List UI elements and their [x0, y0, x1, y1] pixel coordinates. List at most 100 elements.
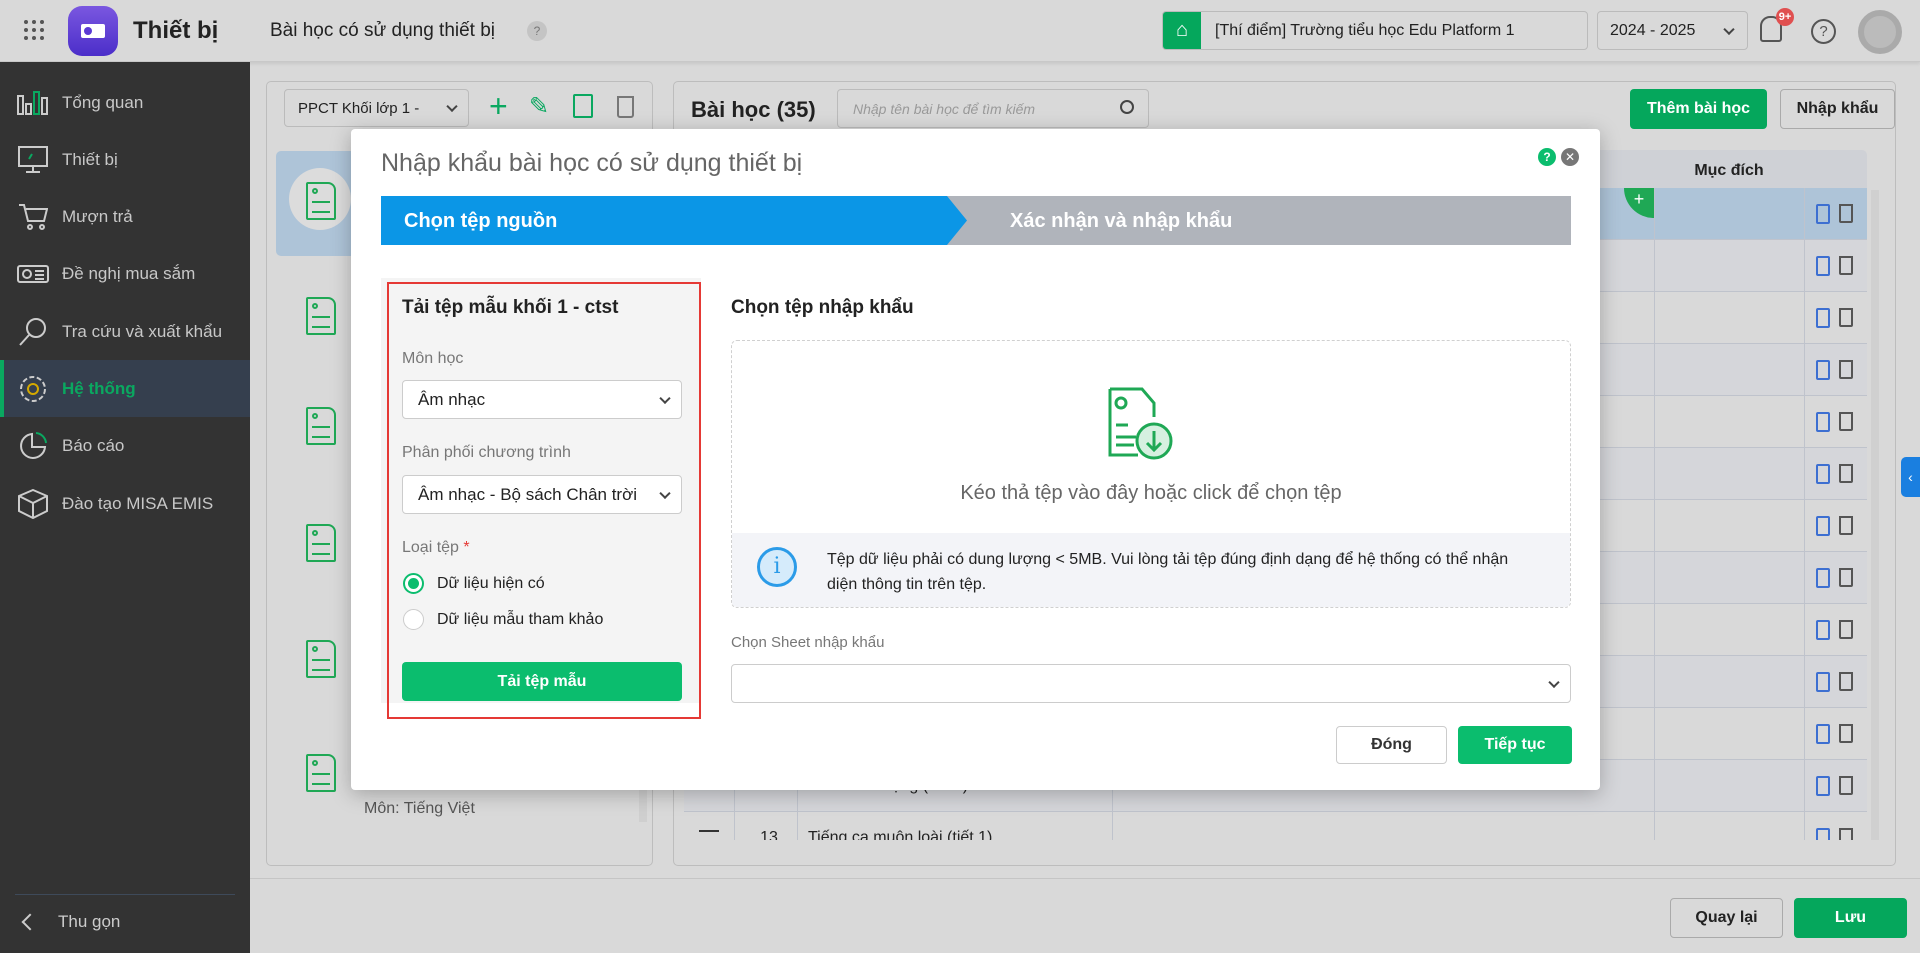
copy-icon[interactable] — [1816, 464, 1830, 484]
trash-icon[interactable] — [1839, 464, 1853, 483]
sidebar-item-label: Tra cứu và xuất khẩu — [62, 321, 223, 341]
trash-icon[interactable] — [1839, 412, 1853, 431]
import-file-icon[interactable] — [573, 94, 593, 118]
edit-pencil-icon[interactable]: ✎ — [529, 92, 549, 121]
notification-badge: 9+ — [1776, 8, 1794, 26]
download-template-button[interactable]: Tải tệp mẫu — [402, 662, 682, 701]
lesson-document-icon — [306, 640, 336, 678]
sidebar-item-tra-cuu[interactable]: Tra cứu và xuất khẩu — [0, 303, 250, 360]
table-scrollbar[interactable] — [1871, 190, 1879, 840]
sidebar-item-he-thong[interactable]: Hệ thống — [0, 360, 250, 417]
trash-icon[interactable] — [1839, 516, 1853, 535]
copy-icon[interactable] — [1816, 724, 1830, 744]
trash-icon[interactable] — [617, 96, 634, 118]
subject-caption: Môn: Tiếng Việt — [364, 800, 475, 817]
table-row[interactable]: 13 Tiếng ca muôn loài (tiết 1) — [684, 812, 1867, 840]
copy-icon[interactable] — [1816, 776, 1830, 796]
avatar[interactable] — [1858, 10, 1902, 54]
lesson-name: Tiếng ca muôn loài (tiết 1) — [808, 829, 993, 840]
add-corner-icon[interactable]: + — [1624, 188, 1654, 218]
trash-icon[interactable] — [1839, 724, 1853, 743]
sidebar-item-label: Mượn trả — [62, 206, 133, 226]
trash-icon[interactable] — [1839, 308, 1853, 327]
school-year-select[interactable]: 2024 - 2025 — [1597, 11, 1748, 50]
step-label: Chọn tệp nguồn — [404, 210, 558, 232]
copy-icon[interactable] — [1816, 256, 1830, 276]
info-box: i Tệp dữ liệu phải có dung lượng < 5MB. … — [732, 533, 1570, 607]
save-button[interactable]: Lưu — [1794, 898, 1907, 938]
expand-right-panel-button[interactable]: ‹ — [1901, 457, 1920, 497]
copy-icon[interactable] — [1816, 672, 1830, 692]
dialog-title: Nhập khẩu bài học có sử dụng thiết bị — [381, 149, 803, 177]
sidebar: Tổng quan Thiết bị Mượn trả Đề nghị mua … — [0, 62, 250, 953]
sidebar-item-dao-tao[interactable]: Đào tạo MISA EMIS — [0, 475, 250, 532]
add-icon[interactable]: + — [489, 90, 508, 122]
subject-select-value: Âm nhạc — [418, 389, 486, 409]
copy-icon[interactable] — [1816, 360, 1830, 380]
drag-handle-icon[interactable] — [699, 830, 719, 840]
dialog-help-button[interactable]: ? — [1538, 148, 1556, 166]
copy-icon[interactable] — [1816, 620, 1830, 640]
chevron-down-icon — [1723, 23, 1735, 35]
collapse-label: Thu gọn — [58, 912, 121, 931]
lesson-document-icon — [306, 524, 336, 562]
step-confirm-import[interactable]: Xác nhận và nhập khẩu — [1010, 210, 1232, 233]
row-number: 13 — [760, 829, 778, 840]
trash-icon[interactable] — [1839, 204, 1853, 223]
trash-icon[interactable] — [1839, 256, 1853, 275]
copy-icon[interactable] — [1816, 412, 1830, 432]
sidebar-item-de-nghi-mua-sam[interactable]: Đề nghị mua sắm — [0, 245, 250, 302]
radio-label: Dữ liệu mẫu tham khảo — [437, 610, 604, 628]
trash-icon[interactable] — [1839, 360, 1853, 379]
chevron-down-icon — [1548, 676, 1560, 688]
collapse-sidebar-button[interactable]: Thu gọn — [21, 912, 121, 932]
sidebar-item-label: Hệ thống — [62, 378, 136, 398]
radio-label: Dữ liệu hiện có — [437, 574, 545, 592]
trash-icon[interactable] — [1839, 776, 1853, 795]
file-dropzone[interactable]: Kéo thả tệp vào đây hoặc click để chọn t… — [731, 340, 1571, 608]
sidebar-item-label: Thiết bị — [62, 149, 118, 169]
close-button[interactable]: Đóng — [1336, 726, 1447, 764]
continue-button[interactable]: Tiếp tục — [1458, 726, 1572, 764]
program-select[interactable]: Âm nhạc - Bộ sách Chân trời — [402, 475, 682, 514]
program-select-value: Âm nhạc - Bộ sách Chân trời — [418, 484, 638, 504]
apps-grid-icon[interactable] — [24, 20, 44, 40]
sidebar-item-thiet-bi[interactable]: Thiết bị — [0, 131, 250, 188]
sidebar-item-tong-quan[interactable]: Tổng quan — [0, 74, 250, 131]
trash-icon[interactable] — [1839, 828, 1853, 840]
lesson-document-icon — [306, 182, 336, 220]
copy-icon[interactable] — [1816, 516, 1830, 536]
projector-icon — [16, 259, 50, 289]
required-asterisk: * — [463, 539, 470, 556]
copy-icon[interactable] — [1816, 204, 1830, 224]
ppct-select[interactable]: PPCT Khối lớp 1 - — [284, 89, 469, 127]
sidebar-item-muon-tra[interactable]: Mượn trả — [0, 188, 250, 245]
chevron-down-icon — [446, 100, 458, 113]
file-type-label-text: Loại tệp — [402, 539, 459, 556]
chevron-down-icon — [659, 392, 671, 404]
copy-icon[interactable] — [1816, 308, 1830, 328]
trash-icon[interactable] — [1839, 672, 1853, 691]
subject-select[interactable]: Âm nhạc — [402, 380, 682, 419]
school-selector[interactable]: ⌂ [Thí điểm] Trường tiểu học Edu Platfor… — [1162, 11, 1588, 50]
trash-icon[interactable] — [1839, 568, 1853, 587]
dialog-close-button[interactable]: ✕ — [1561, 148, 1579, 166]
search-icon — [16, 317, 50, 347]
top-header: Thiết bị Bài học có sử dụng thiết bị ? ⌂… — [0, 0, 1920, 62]
sheet-select[interactable] — [731, 664, 1571, 703]
help-badge[interactable]: ? — [527, 21, 547, 41]
copy-icon[interactable] — [1816, 568, 1830, 588]
page-title: Bài học có sử dụng thiết bị — [270, 20, 496, 41]
back-button[interactable]: Quay lại — [1670, 898, 1783, 938]
copy-icon[interactable] — [1816, 828, 1830, 840]
cube-icon — [16, 488, 50, 519]
radio-sample-data[interactable]: Dữ liệu mẫu tham khảo — [403, 609, 603, 630]
import-heading: Chọn tệp nhập khẩu — [731, 297, 914, 318]
file-download-icon — [1108, 387, 1173, 460]
radio-existing-data[interactable]: Dữ liệu hiện có — [403, 573, 545, 594]
dropzone-text: Kéo thả tệp vào đây hoặc click để chọn t… — [960, 482, 1342, 504]
trash-icon[interactable] — [1839, 620, 1853, 639]
cart-icon — [16, 202, 50, 232]
help-circle-icon[interactable]: ? — [1811, 19, 1836, 44]
sidebar-item-bao-cao[interactable]: Báo cáo — [0, 417, 250, 474]
